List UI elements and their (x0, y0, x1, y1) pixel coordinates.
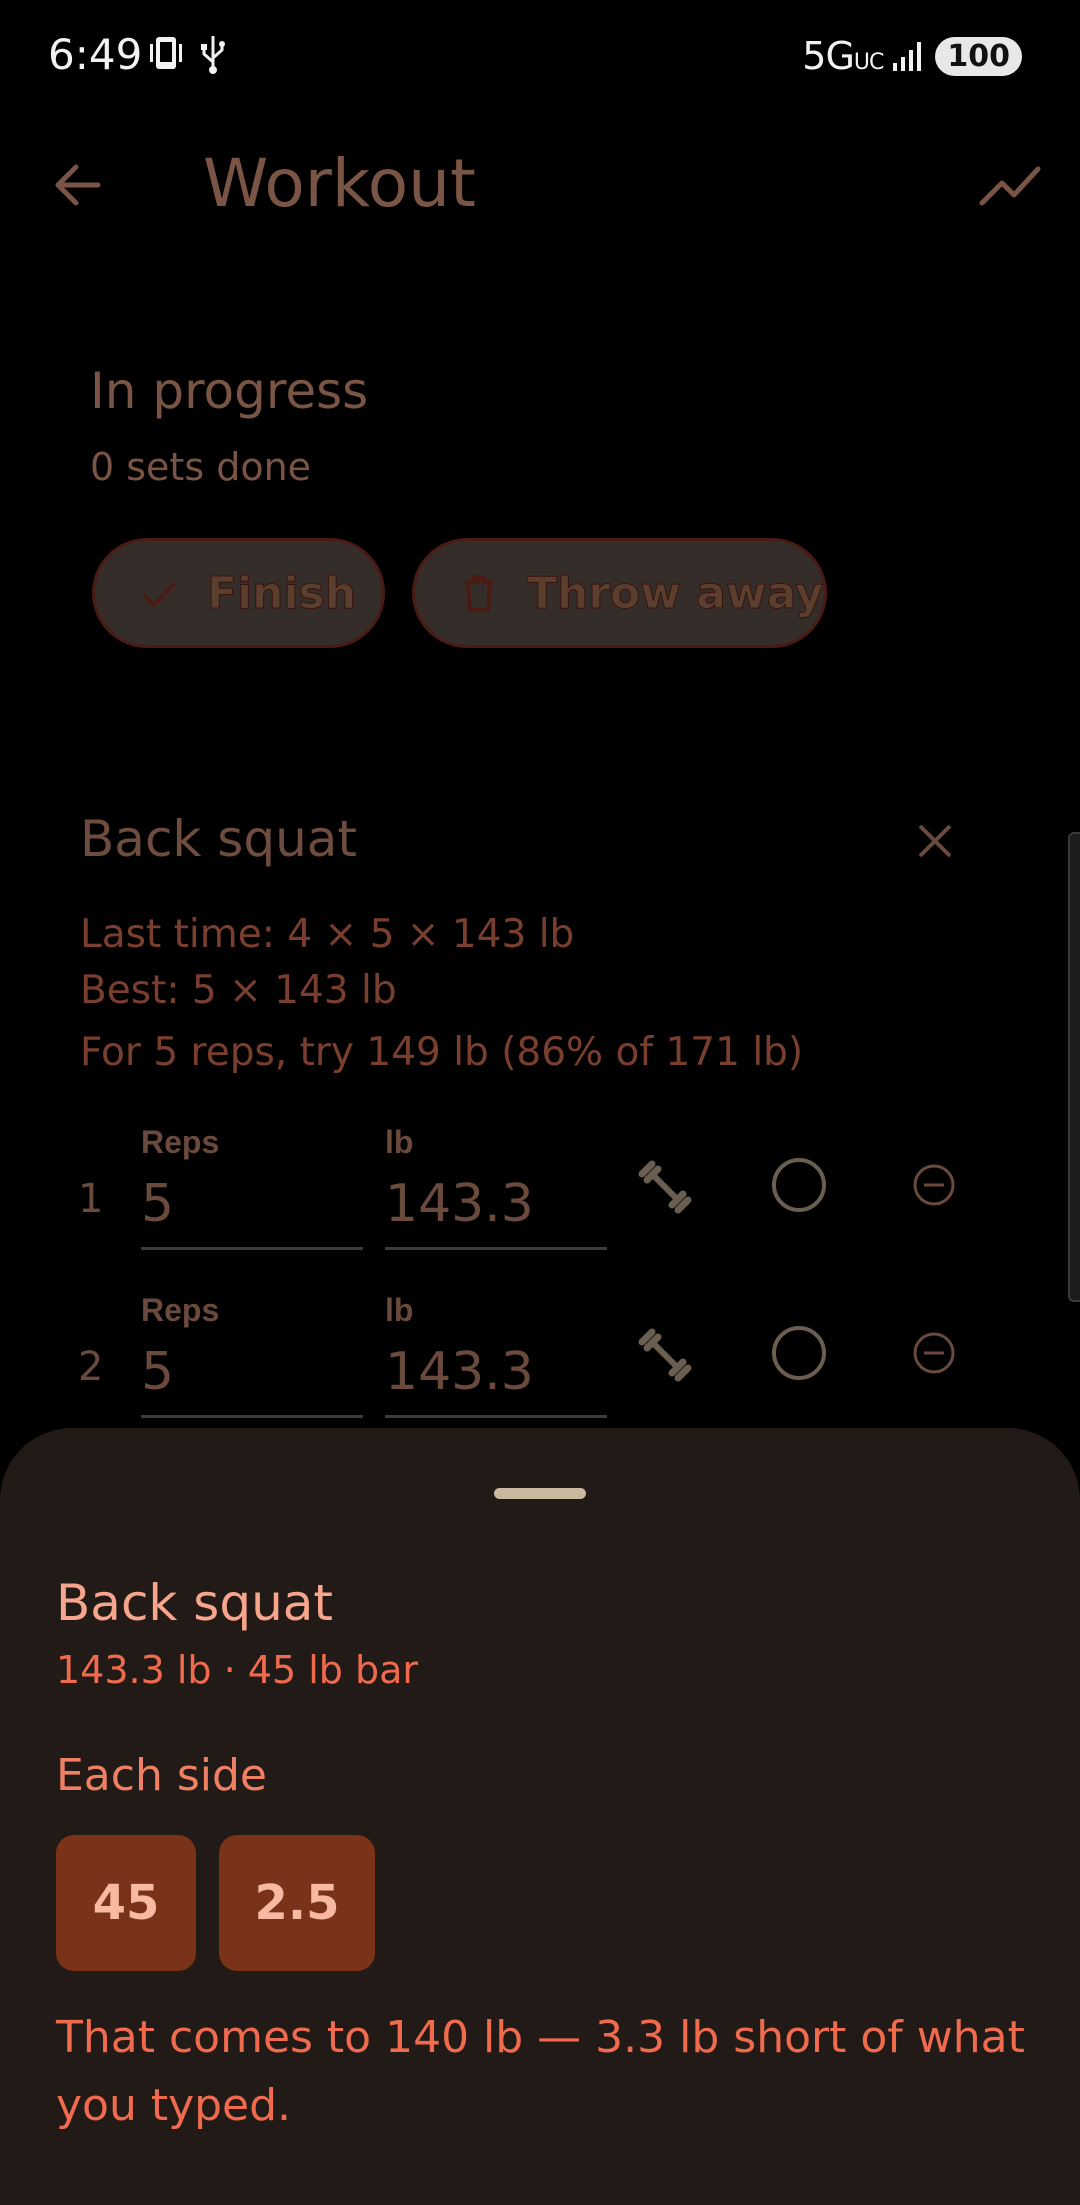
last-time-text: Last time: 4 × 5 × 143 lb (80, 912, 575, 957)
throw-away-button[interactable]: Throw away (412, 538, 827, 648)
sets-done-count: 0 sets done (90, 445, 312, 489)
reps-field[interactable]: Reps 5 (141, 1118, 363, 1250)
reps-field[interactable]: Reps 5 (141, 1286, 363, 1418)
app-bar: Workout (0, 110, 1080, 260)
scrollbar[interactable] (1068, 832, 1080, 1302)
weight-value: 143.3 (385, 1174, 534, 1234)
exercise-title: Back squat (80, 810, 358, 868)
sheet-subtitle: 143.3 lb · 45 lb bar (56, 1648, 419, 1692)
sheet-drag-handle[interactable] (494, 1488, 586, 1499)
plate-calculator-sheet: Back squat 143.3 lb · 45 lb bar Each sid… (0, 1428, 1080, 2205)
weight-label: lb (385, 1292, 414, 1328)
finish-button[interactable]: Finish (92, 538, 385, 648)
weight-field[interactable]: lb 143.3 (385, 1286, 607, 1418)
sheet-title: Back squat (56, 1574, 334, 1632)
set-number: 1 (78, 1176, 104, 1222)
reps-label: Reps (141, 1292, 220, 1328)
set-complete-circle-icon[interactable] (770, 1324, 828, 1382)
best-text: Best: 5 × 143 lb (80, 968, 397, 1013)
check-icon (141, 581, 177, 608)
dumbbell-icon[interactable] (638, 1328, 692, 1382)
signal-icon (893, 42, 922, 71)
weight-label: lb (385, 1124, 414, 1160)
status-bar: 6:49 5GUC 100 (0, 0, 1080, 110)
remove-set-icon[interactable] (911, 1330, 957, 1376)
status-time: 6:49 (48, 30, 143, 79)
phone-vibrate-icon (150, 37, 182, 69)
network-subtype: UC (853, 50, 884, 75)
finish-label: Finish (206, 567, 357, 619)
throw-away-label: Throw away (527, 567, 825, 619)
page-title: Workout (203, 145, 476, 222)
weight-value: 143.3 (385, 1342, 534, 1402)
set-row: 2 Reps 5 lb 143.3 (0, 1286, 1080, 1446)
plate-chip: 45 (56, 1835, 196, 1971)
weight-field[interactable]: lb 143.3 (385, 1118, 607, 1250)
progress-title: In progress (90, 362, 369, 420)
set-number: 2 (78, 1344, 104, 1390)
dumbbell-icon[interactable] (638, 1160, 692, 1214)
remove-set-icon[interactable] (911, 1162, 957, 1208)
network-type: 5G (802, 34, 855, 78)
set-complete-circle-icon[interactable] (770, 1156, 828, 1214)
set-row: 1 Reps 5 lb 143.3 (0, 1118, 1080, 1278)
usb-icon (201, 36, 225, 74)
reps-value: 5 (141, 1342, 175, 1402)
trending-up-icon[interactable] (978, 155, 1042, 215)
close-icon[interactable] (910, 816, 960, 866)
reps-value: 5 (141, 1174, 175, 1234)
plate-chip: 2.5 (219, 1835, 375, 1971)
trash-icon (465, 575, 493, 612)
suggestion-text: For 5 reps, try 149 lb (86% of 171 lb) (80, 1030, 804, 1075)
plate-total-note: That comes to 140 lb — 3.3 lb short of w… (56, 2012, 1025, 2131)
battery-indicator: 100 (935, 36, 1022, 76)
back-arrow-icon[interactable] (48, 155, 108, 215)
reps-label: Reps (141, 1124, 220, 1160)
each-side-label: Each side (56, 1750, 267, 1801)
